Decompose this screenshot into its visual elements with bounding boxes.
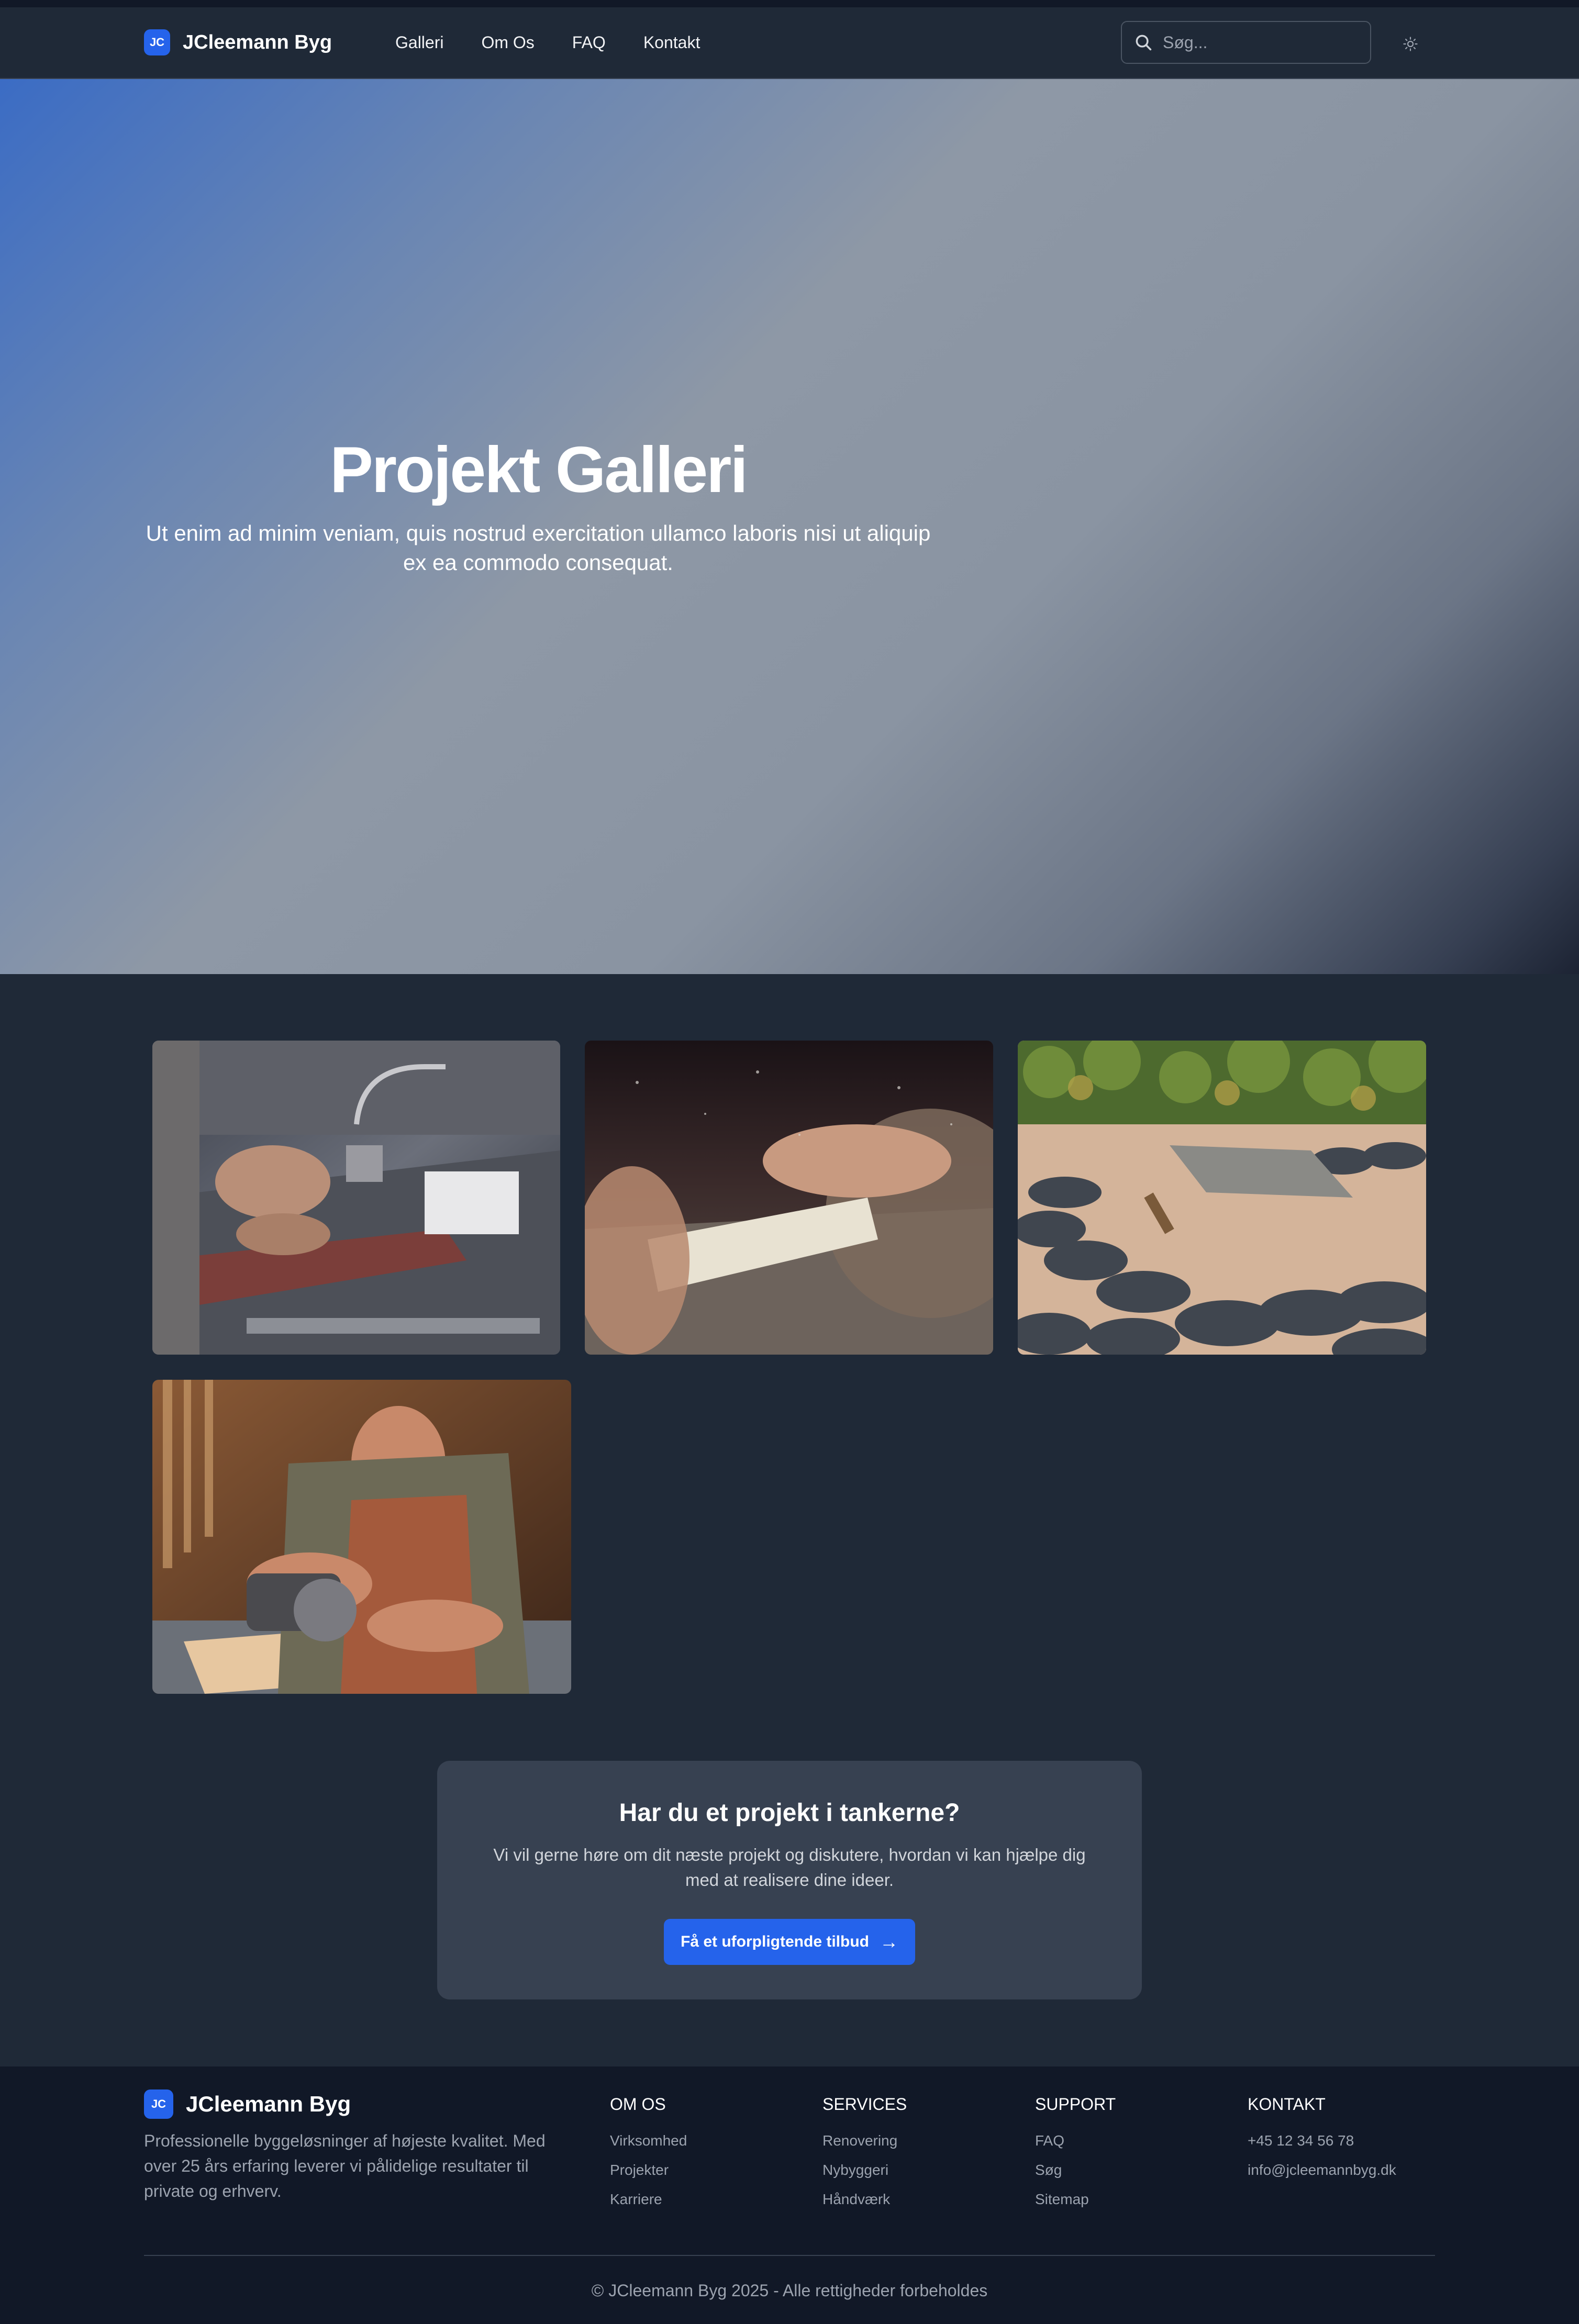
footer-link-phone[interactable]: +45 12 34 56 78 bbox=[1248, 2126, 1396, 2155]
footer-link-renovering[interactable]: Renovering bbox=[822, 2126, 907, 2155]
site-header: JC JCleemann Byg Galleri Om Os FAQ Konta… bbox=[0, 7, 1579, 79]
footer-column-kontakt: KONTAKT +45 12 34 56 78 info@jcleemannby… bbox=[1248, 2094, 1396, 2185]
hero-section: Projekt Galleri Ut enim ad minim veniam,… bbox=[0, 79, 1579, 974]
footer-column-support: SUPPORT FAQ Søg Sitemap bbox=[1035, 2094, 1116, 2214]
page-title: Projekt Galleri bbox=[330, 434, 748, 506]
search-icon bbox=[1136, 35, 1152, 51]
get-quote-button[interactable]: Få et uforpligtende tilbud → bbox=[664, 1919, 915, 1965]
footer-link-faq[interactable]: FAQ bbox=[1035, 2126, 1116, 2155]
arrow-right-icon: → bbox=[879, 1931, 898, 1952]
footer-column-title: KONTAKT bbox=[1248, 2095, 1326, 2114]
nav-link-galleri[interactable]: Galleri bbox=[395, 33, 443, 52]
footer-brand[interactable]: JC JCleemann Byg bbox=[144, 2090, 351, 2119]
search-input[interactable] bbox=[1163, 32, 1351, 52]
gallery-image-router-table[interactable] bbox=[152, 1041, 560, 1355]
footer-divider bbox=[144, 2255, 1435, 2256]
footer-description: Professionelle byggeløsninger af højeste… bbox=[144, 2131, 546, 2200]
nav-link-kontakt[interactable]: Kontakt bbox=[643, 33, 700, 52]
logo-badge: JC bbox=[144, 29, 170, 55]
cta-title: Har du et projekt i tankerne? bbox=[619, 1799, 960, 1827]
footer-column-services: SERVICES Renovering Nybyggeri Håndværk bbox=[822, 2094, 907, 2214]
footer-link-email[interactable]: info@jcleemannbyg.dk bbox=[1248, 2155, 1396, 2185]
footer-brand-name: JCleemann Byg bbox=[186, 2092, 351, 2116]
brand-logo[interactable]: JC JCleemann Byg bbox=[144, 29, 332, 55]
footer-link-projekter[interactable]: Projekter bbox=[610, 2155, 687, 2185]
footer-link-sitemap[interactable]: Sitemap bbox=[1035, 2185, 1116, 2214]
footer-link-nybyggeri[interactable]: Nybyggeri bbox=[822, 2155, 907, 2185]
theme-toggle-button[interactable] bbox=[1398, 31, 1423, 57]
footer-copyright: © JCleemann Byg 2025 - Alle rettigheder … bbox=[591, 2281, 988, 2300]
brand-name: JCleemann Byg bbox=[183, 31, 332, 53]
sun-icon bbox=[1403, 37, 1418, 51]
top-strip bbox=[0, 0, 1579, 7]
gallery-image-slate-roof[interactable] bbox=[1018, 1041, 1426, 1355]
footer-link-virksomhed[interactable]: Virksomhed bbox=[610, 2126, 687, 2155]
footer-logo-badge: JC bbox=[144, 2090, 173, 2119]
footer-column-om-os: OM OS Virksomhed Projekter Karriere bbox=[610, 2094, 687, 2214]
footer-link-soeg[interactable]: Søg bbox=[1035, 2155, 1116, 2185]
search-box[interactable] bbox=[1121, 21, 1371, 64]
footer-link-haandvaerk[interactable]: Håndværk bbox=[822, 2185, 907, 2214]
nav-link-faq[interactable]: FAQ bbox=[572, 33, 606, 52]
main-nav: Galleri Om Os FAQ Kontakt bbox=[395, 29, 738, 55]
cta-card: Har du et projekt i tankerne? Vi vil ger… bbox=[437, 1761, 1142, 1999]
site-footer: JC JCleemann Byg Professionelle byggeløs… bbox=[0, 2066, 1579, 2324]
footer-link-karriere[interactable]: Karriere bbox=[610, 2185, 687, 2214]
gallery-image-table-saw[interactable] bbox=[585, 1041, 993, 1355]
hero-subtitle: Ut enim ad minim veniam, quis nostrud ex… bbox=[146, 521, 931, 575]
get-quote-button-label: Få et uforpligtende tilbud bbox=[681, 1933, 869, 1950]
nav-link-om-os[interactable]: Om Os bbox=[481, 33, 534, 52]
footer-column-title: SERVICES bbox=[822, 2095, 907, 2114]
footer-column-title: OM OS bbox=[610, 2095, 666, 2114]
gallery-image-carpenter[interactable] bbox=[152, 1380, 571, 1694]
footer-column-title: SUPPORT bbox=[1035, 2095, 1116, 2114]
cta-text: Vi vil gerne høre om dit næste projekt o… bbox=[493, 1845, 1086, 1890]
